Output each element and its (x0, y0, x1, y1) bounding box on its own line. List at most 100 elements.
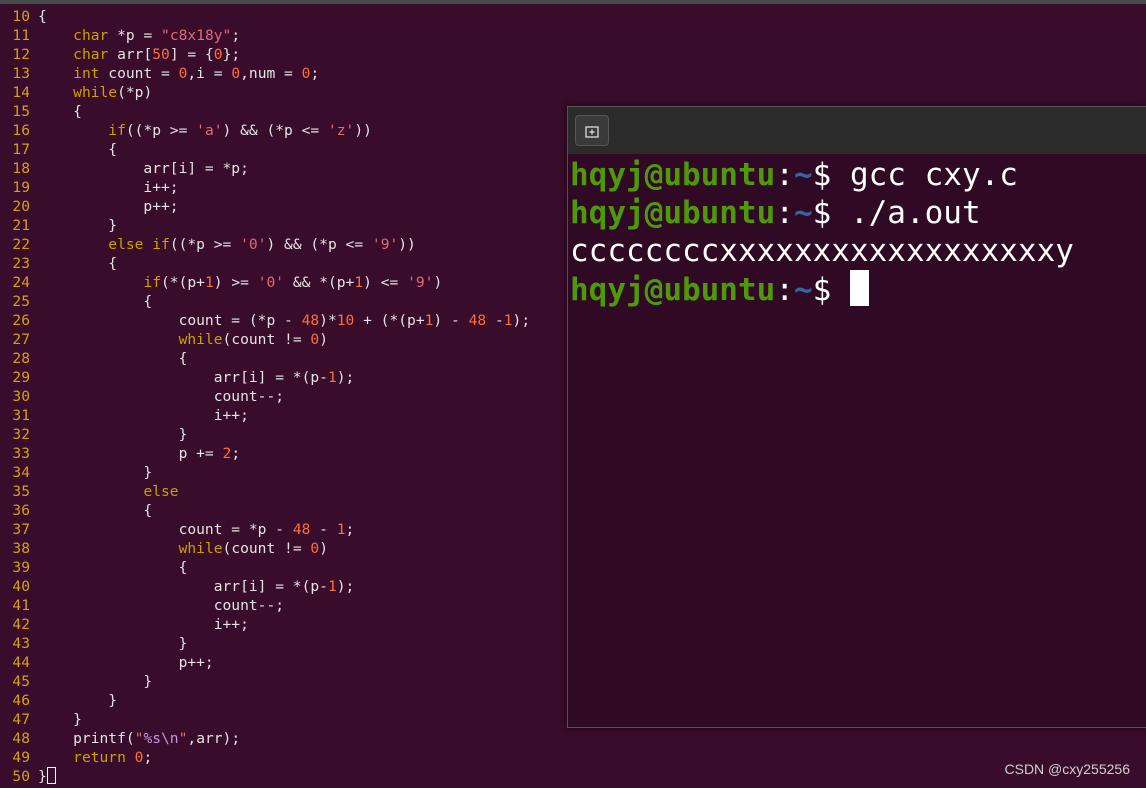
new-tab-button[interactable] (575, 115, 609, 146)
line-number: 27 (12, 331, 30, 348)
code-token: )) (354, 122, 372, 139)
code-line: 37 count = *p - 48 - 1; (0, 520, 354, 539)
line-number: 39 (12, 559, 30, 576)
code-line: 39 { (0, 558, 187, 577)
code-line: 41 count--; (0, 596, 284, 615)
code-token: count = (*p - (38, 312, 302, 329)
line-number: 50 (12, 768, 30, 785)
code-token: count = *p - (38, 521, 293, 538)
prompt-path: ~ (793, 272, 813, 308)
code-line: 25 { (0, 292, 152, 311)
line-number: 37 (12, 521, 30, 538)
code-line: 48 printf("%s\n",arr); (0, 729, 240, 748)
code-line: 35 else (0, 482, 178, 501)
code-token: 48 (292, 521, 311, 538)
line-number: 12 (12, 46, 30, 63)
code-token: 'a' (196, 122, 223, 139)
code-token: + (*(p+ (354, 312, 425, 329)
code-token: ) && (*p <= (222, 122, 328, 139)
code-token: } (38, 635, 188, 652)
code-token: i++; (38, 179, 179, 196)
line-number: 16 (12, 122, 30, 139)
code-token: printf( (38, 730, 135, 747)
code-token: { (38, 141, 118, 158)
line-number: 11 (12, 27, 30, 44)
terminal-output[interactable]: hqyj@ubuntu:~$ gcc cxy.c hqyj@ubuntu:~$ … (570, 156, 1145, 308)
code-token: 1 (327, 578, 337, 595)
prompt-separator: : (775, 157, 794, 193)
code-token: ) (433, 274, 443, 291)
line-number: 44 (12, 654, 30, 671)
code-line: 44 p++; (0, 653, 214, 672)
code-token: } (38, 768, 47, 785)
code-token: 48 (301, 312, 320, 329)
line-number: 28 (12, 350, 30, 367)
code-token: %s\n (143, 730, 179, 747)
line-number: 14 (12, 84, 30, 101)
line-number: 30 (12, 388, 30, 405)
code-token: 'z' (327, 122, 355, 139)
terminal-line-1: hqyj@ubuntu:~$ gcc cxy.c (570, 156, 1145, 194)
line-number: 46 (12, 692, 30, 709)
code-token: ) (319, 540, 328, 557)
code-token: int (73, 65, 100, 82)
prompt-path: ~ (793, 157, 813, 193)
terminal-window[interactable]: hqyj@ubuntu:~$ gcc cxy.c hqyj@ubuntu:~$ … (567, 106, 1146, 728)
prompt-user: hqyj@ubuntu (570, 195, 776, 231)
code-line: 12 char arr[50] = {0}; (0, 45, 240, 64)
code-token: ) && (*p <= (266, 236, 372, 253)
code-line: 19 i++; (0, 178, 179, 197)
code-token: while (178, 331, 223, 348)
code-token: arr[i] = *(p- (38, 578, 328, 595)
code-token: arr[i] = *(p- (38, 369, 328, 386)
code-token: ) >= (213, 274, 258, 291)
code-token: ; (143, 749, 153, 766)
prompt-dollar: $ (812, 157, 850, 193)
code-token: ); (336, 578, 355, 595)
code-line: 47 } (0, 710, 82, 729)
line-number: 13 (12, 65, 30, 82)
code-token: count = (99, 65, 179, 82)
line-number: 43 (12, 635, 30, 652)
code-token: ) (319, 331, 328, 348)
line-number: 42 (12, 616, 30, 633)
code-token: while (178, 540, 223, 557)
code-line: 10 { (0, 7, 47, 26)
line-number: 10 (12, 8, 30, 25)
code-token: { (38, 8, 47, 25)
code-line: 34 } (0, 463, 152, 482)
code-token: '9' (407, 274, 434, 291)
code-token: } (38, 711, 82, 728)
code-token: 0 (213, 46, 223, 63)
code-token: ,arr); (187, 730, 241, 747)
line-number: 19 (12, 179, 30, 196)
editor-status-fragment (175, 784, 225, 788)
code-token: ; (231, 27, 241, 44)
window-top-strip (0, 0, 1146, 4)
code-line: 43 } (0, 634, 187, 653)
code-line: 31 i++; (0, 406, 248, 425)
code-token: p++; (38, 654, 214, 671)
code-line: 50} (0, 767, 56, 786)
code-token: return (73, 749, 126, 766)
code-token: 2 (222, 445, 232, 462)
code-token: { (38, 502, 153, 519)
line-number: 25 (12, 293, 30, 310)
program-output: ccccccccxxxxxxxxxxxxxxxxxxy (570, 233, 1074, 269)
code-token: "c8x18y" (161, 27, 232, 44)
code-token: )* (319, 312, 337, 329)
code-token: { (38, 255, 118, 272)
line-number: 38 (12, 540, 30, 557)
prompt-separator: : (775, 195, 794, 231)
code-token: if (108, 122, 126, 139)
code-token: { (38, 559, 188, 576)
terminal-line-3: ccccccccxxxxxxxxxxxxxxxxxxy (570, 232, 1145, 270)
line-number: 26 (12, 312, 30, 329)
code-token: char (73, 27, 109, 44)
code-token: (count != (222, 540, 311, 557)
